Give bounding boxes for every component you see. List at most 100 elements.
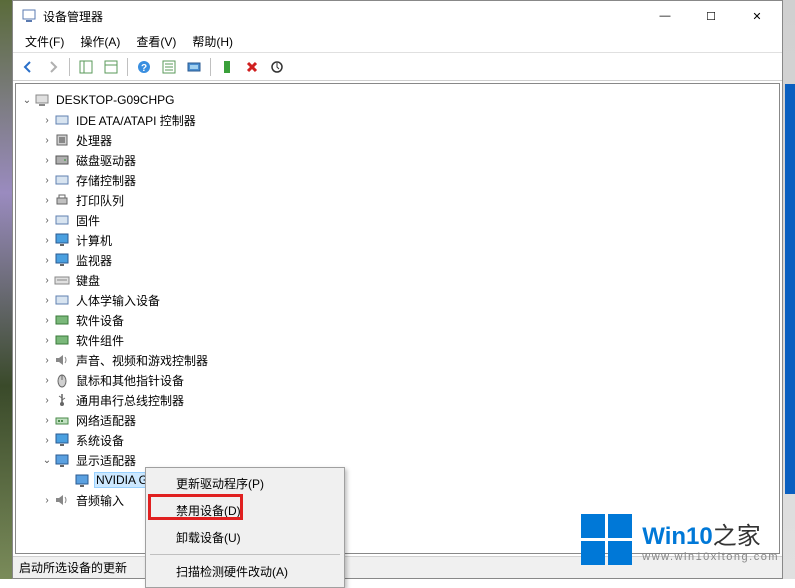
menu-view[interactable]: 查看(V) xyxy=(128,31,184,52)
tree-category[interactable]: › 监视器 xyxy=(20,250,779,270)
category-icon xyxy=(54,412,70,428)
tree-category[interactable]: ⌄ 显示适配器 xyxy=(20,450,779,470)
expander-icon[interactable]: › xyxy=(40,235,54,246)
windows-logo-icon xyxy=(581,514,632,565)
enable-button[interactable] xyxy=(216,56,238,78)
disable-button[interactable] xyxy=(241,56,263,78)
expander-icon[interactable]: › xyxy=(40,335,54,346)
device-tree[interactable]: ⌄ DESKTOP-G09CHPG › IDE ATA/ATAPI 控制器 › … xyxy=(15,83,780,554)
tree-category[interactable]: › 系统设备 xyxy=(20,430,779,450)
category-icon xyxy=(54,372,70,388)
forward-button[interactable] xyxy=(42,56,64,78)
device-manager-window: 设备管理器 — ☐ ✕ 文件(F) 操作(A) 查看(V) 帮助(H) ? ⌄ … xyxy=(12,0,783,579)
expander-icon[interactable]: › xyxy=(40,435,54,446)
ctx-uninstall-device[interactable]: 卸载设备(U) xyxy=(148,524,342,551)
ctx-scan-hardware[interactable]: 扫描检测硬件改动(A) xyxy=(148,558,342,585)
expander-icon[interactable]: › xyxy=(40,375,54,386)
tree-device-selected[interactable]: NVIDIA GeForce GTX 1650 xyxy=(20,470,779,490)
minimize-button[interactable]: — xyxy=(642,1,688,31)
gpu-icon xyxy=(74,472,90,488)
maximize-button[interactable]: ☐ xyxy=(688,1,734,31)
tree-item-label: 软件设备 xyxy=(74,311,126,330)
expander-icon[interactable]: › xyxy=(40,175,54,186)
expander-icon[interactable]: › xyxy=(40,135,54,146)
help-button[interactable]: ? xyxy=(133,56,155,78)
tree-category[interactable]: › 打印队列 xyxy=(20,190,779,210)
tree-category[interactable]: › 键盘 xyxy=(20,270,779,290)
tree-category[interactable]: › 人体学输入设备 xyxy=(20,290,779,310)
status-text: 启动所选设备的更新 xyxy=(19,559,127,576)
tree-category[interactable]: › 处理器 xyxy=(20,130,779,150)
tree-category[interactable]: › 通用串行总线控制器 xyxy=(20,390,779,410)
tree-category[interactable]: › 软件组件 xyxy=(20,330,779,350)
category-icon xyxy=(54,332,70,348)
expander-icon[interactable]: › xyxy=(40,495,54,506)
back-button[interactable] xyxy=(17,56,39,78)
tree-category[interactable]: › IDE ATA/ATAPI 控制器 xyxy=(20,110,779,130)
category-icon xyxy=(54,432,70,448)
ctx-disable-device[interactable]: 禁用设备(D) xyxy=(148,497,342,524)
window-title: 设备管理器 xyxy=(43,8,642,25)
expander-icon[interactable]: ⌄ xyxy=(40,455,54,466)
watermark: Win10之家 www.win10xitong.com xyxy=(581,514,779,565)
category-icon xyxy=(54,392,70,408)
category-icon xyxy=(54,312,70,328)
tree-category[interactable]: › 计算机 xyxy=(20,230,779,250)
category-icon xyxy=(54,192,70,208)
tree-item-label: 人体学输入设备 xyxy=(74,291,162,310)
expander-icon[interactable]: › xyxy=(40,255,54,266)
category-icon xyxy=(54,252,70,268)
scan-hardware-button[interactable] xyxy=(183,56,205,78)
expander-icon[interactable]: › xyxy=(40,415,54,426)
menu-help[interactable]: 帮助(H) xyxy=(184,31,241,52)
tree-item-label: 打印队列 xyxy=(74,191,126,210)
update-driver-button[interactable] xyxy=(266,56,288,78)
desktop-background-left xyxy=(0,0,12,579)
tree-category[interactable]: › 存储控制器 xyxy=(20,170,779,190)
expander-icon[interactable]: › xyxy=(40,355,54,366)
expander-icon[interactable]: › xyxy=(40,275,54,286)
category-icon xyxy=(54,492,70,508)
tree-item-label: 系统设备 xyxy=(74,431,126,450)
tree-item-label: IDE ATA/ATAPI 控制器 xyxy=(74,111,198,130)
context-menu: 更新驱动程序(P) 禁用设备(D) 卸载设备(U) 扫描检测硬件改动(A) xyxy=(145,467,345,588)
tree-root-label: DESKTOP-G09CHPG xyxy=(54,92,176,108)
tree-item-label: 音频输入 xyxy=(74,491,126,510)
expander-icon[interactable]: › xyxy=(40,195,54,206)
tree-category[interactable]: › 固件 xyxy=(20,210,779,230)
tree-item-label: 显示适配器 xyxy=(74,451,138,470)
close-button[interactable]: ✕ xyxy=(734,1,780,31)
expander-icon[interactable]: › xyxy=(40,155,54,166)
show-hide-tree-button[interactable] xyxy=(75,56,97,78)
expander-icon[interactable]: › xyxy=(40,395,54,406)
properties-button[interactable] xyxy=(100,56,122,78)
expander-icon[interactable]: › xyxy=(40,295,54,306)
tree-item-label: 计算机 xyxy=(74,231,114,250)
expander-icon[interactable]: ⌄ xyxy=(20,95,34,106)
category-icon xyxy=(54,112,70,128)
tree-category[interactable]: › 网络适配器 xyxy=(20,410,779,430)
tree-item-label: 磁盘驱动器 xyxy=(74,151,138,170)
ctx-update-driver[interactable]: 更新驱动程序(P) xyxy=(148,470,342,497)
tree-item-label: 监视器 xyxy=(74,251,114,270)
tree-root[interactable]: ⌄ DESKTOP-G09CHPG xyxy=(20,90,779,110)
expander-icon[interactable]: › xyxy=(40,315,54,326)
expander-icon[interactable]: › xyxy=(40,215,54,226)
tree-category[interactable]: › 软件设备 xyxy=(20,310,779,330)
detail-button[interactable] xyxy=(158,56,180,78)
tree-category[interactable]: › 声音、视频和游戏控制器 xyxy=(20,350,779,370)
category-icon xyxy=(54,132,70,148)
category-icon xyxy=(54,292,70,308)
menu-file[interactable]: 文件(F) xyxy=(17,31,72,52)
tree-category[interactable]: › 鼠标和其他指针设备 xyxy=(20,370,779,390)
toolbar-separator xyxy=(69,58,70,76)
menu-action[interactable]: 操作(A) xyxy=(72,31,128,52)
expander-icon[interactable]: › xyxy=(40,115,54,126)
category-icon xyxy=(54,452,70,468)
tree-category[interactable]: › 音频输入 xyxy=(20,490,779,510)
tree-item-label: 处理器 xyxy=(74,131,114,150)
tree-category[interactable]: › 磁盘驱动器 xyxy=(20,150,779,170)
category-icon xyxy=(54,152,70,168)
ctx-separator xyxy=(150,554,340,555)
tree-item-label: 声音、视频和游戏控制器 xyxy=(74,351,210,370)
